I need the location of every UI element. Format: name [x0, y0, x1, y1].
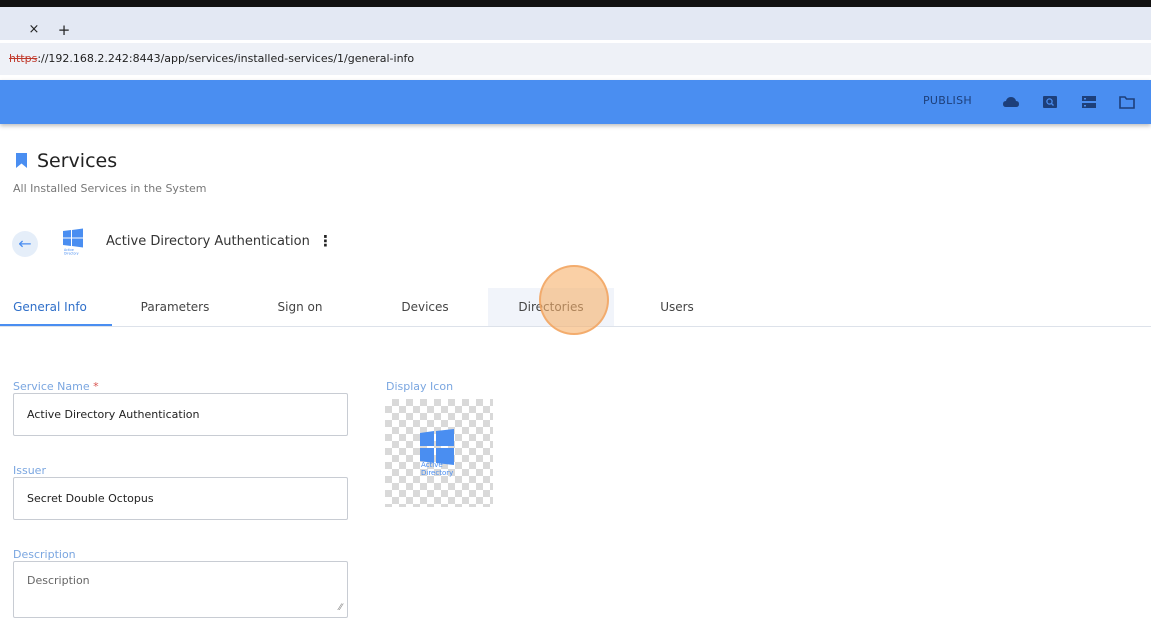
- search-icon[interactable]: [1041, 94, 1059, 110]
- url-text: ://192.168.2.242:8443/app/services/insta…: [37, 52, 415, 65]
- url-scheme: https: [9, 52, 38, 65]
- app-toolbar: PUBLISH: [0, 80, 1151, 124]
- click-indicator: [539, 265, 609, 335]
- page-subtitle: All Installed Services in the System: [13, 182, 207, 195]
- tab-sign-on[interactable]: Sign on: [250, 288, 350, 326]
- issuer-label: Issuer: [13, 464, 46, 477]
- icon-caption-line2: Directory: [64, 252, 79, 256]
- bookmark-icon: [16, 153, 27, 168]
- description-textarea[interactable]: Description ⁄⁄: [13, 561, 348, 618]
- windows-logo-icon: [420, 429, 454, 465]
- service-name-label: Service Name *: [13, 380, 99, 393]
- issuer-input[interactable]: Secret Double Octopus: [13, 477, 348, 520]
- service-name-input[interactable]: Active Directory Authentication: [13, 393, 348, 436]
- active-tab-indicator: [0, 324, 112, 326]
- page-title: Services: [37, 150, 118, 172]
- address-bar: https://192.168.2.242:8443/app/services/…: [0, 40, 1151, 80]
- service-name-label-text: Service Name: [13, 380, 90, 393]
- tab-parameters[interactable]: Parameters: [125, 288, 225, 326]
- tab-users[interactable]: Users: [627, 288, 727, 326]
- service-name-heading: Active Directory Authentication: [106, 234, 310, 249]
- description-label: Description: [13, 548, 76, 561]
- preview-caption: Active Directory: [421, 461, 453, 477]
- close-tab-icon[interactable]: ×: [24, 20, 44, 40]
- server-icon[interactable]: [1080, 94, 1098, 110]
- tab-devices[interactable]: Devices: [375, 288, 475, 326]
- tab-general-info[interactable]: General Info: [0, 288, 100, 326]
- window-top-edge: [0, 0, 1151, 7]
- publish-button[interactable]: PUBLISH: [923, 94, 972, 107]
- url-field[interactable]: https://192.168.2.242:8443/app/services/…: [0, 43, 1151, 75]
- display-icon-preview[interactable]: Active Directory: [385, 399, 493, 507]
- windows-logo-icon: Active Directory: [63, 228, 83, 256]
- display-icon-label: Display Icon: [386, 380, 454, 393]
- new-tab-icon[interactable]: +: [54, 20, 74, 40]
- browser-tabstrip: × +: [0, 7, 1151, 40]
- folder-icon[interactable]: [1118, 94, 1136, 110]
- more-options-icon[interactable]: ⋮: [318, 232, 333, 250]
- description-placeholder: Description: [27, 574, 90, 587]
- preview-caption-line2: Directory: [421, 469, 454, 477]
- cloud-icon[interactable]: [1002, 94, 1020, 110]
- back-button[interactable]: ←: [12, 231, 38, 257]
- preview-caption-line1: Active: [421, 461, 443, 469]
- required-mark: *: [93, 380, 99, 393]
- resize-handle-icon[interactable]: ⁄⁄: [339, 603, 342, 613]
